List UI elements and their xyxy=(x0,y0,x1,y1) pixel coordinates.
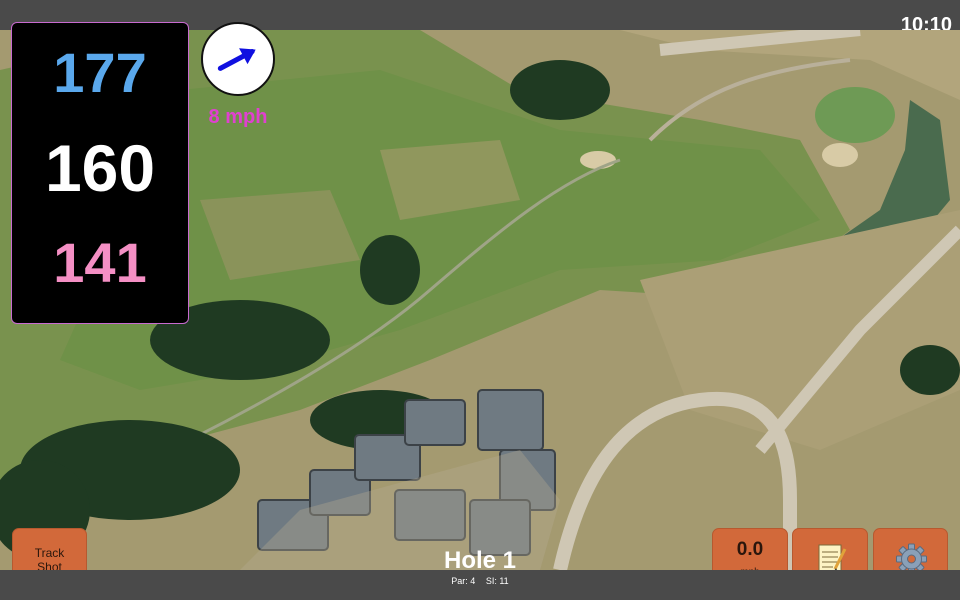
hole-info: Par: 4 SI: 11 xyxy=(380,576,580,586)
hole-title: Hole 1 xyxy=(443,547,517,574)
wind-speed: 8 mph xyxy=(208,106,268,128)
front-distance: 141 xyxy=(53,231,147,294)
hole-si: SI: 11 xyxy=(485,576,509,586)
back-distance: 177 xyxy=(53,41,147,104)
middle-distance: 160 xyxy=(44,131,156,205)
distance-panel: 177 160 141 xyxy=(11,22,189,324)
wind-indicator[interactable] xyxy=(201,22,275,96)
hole-par: Par: 4 xyxy=(451,576,476,586)
wind-arrow-icon xyxy=(217,48,256,71)
speed-value: 0.0 xyxy=(736,539,764,560)
